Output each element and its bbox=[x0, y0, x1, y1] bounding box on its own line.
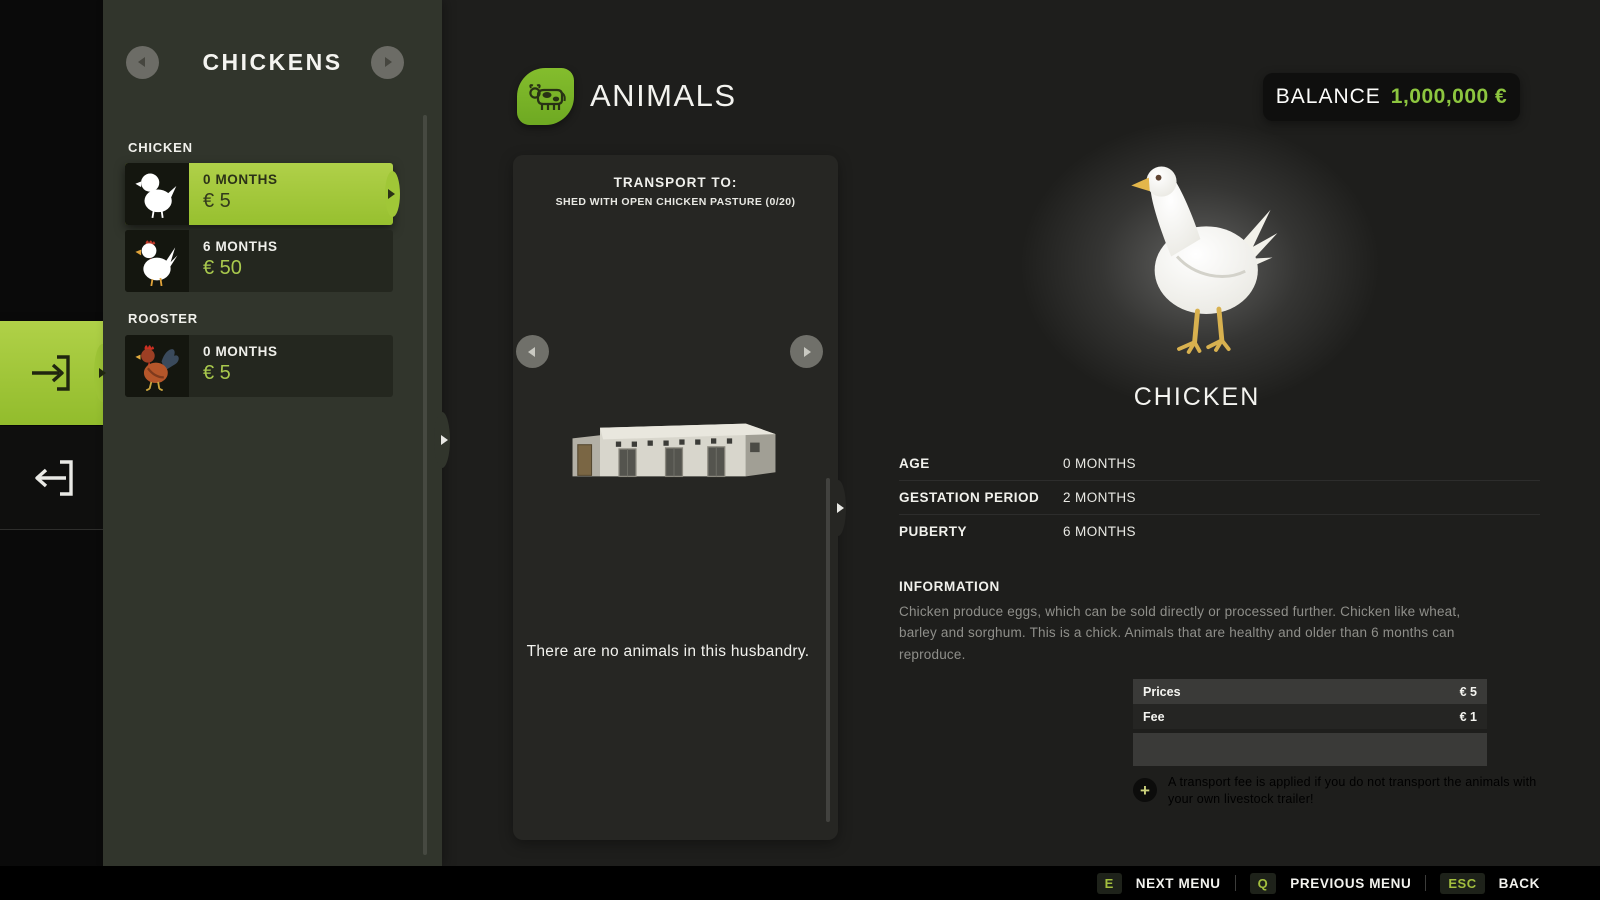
husbandry-scrollbar[interactable] bbox=[826, 478, 830, 822]
plus-icon: + bbox=[1133, 778, 1157, 802]
chicken-preview-image bbox=[1105, 155, 1290, 365]
stat-row-puberty: PUBERTY 6 MONTHS bbox=[899, 515, 1540, 548]
animal-stats-table: AGE 0 MONTHS GESTATION PERIOD 2 MONTHS P… bbox=[899, 447, 1540, 548]
next-category-button[interactable] bbox=[371, 46, 404, 79]
page-title: ANIMALS bbox=[590, 78, 737, 114]
stat-row-age: AGE 0 MONTHS bbox=[899, 447, 1540, 481]
husbandry-expand-notch[interactable] bbox=[830, 480, 846, 536]
rooster-icon bbox=[125, 335, 189, 397]
stat-label: AGE bbox=[899, 456, 1063, 471]
animal-list-item-chicken-0-months[interactable]: 0 MONTHS € 5 bbox=[125, 163, 393, 225]
transport-destination: SHED WITH OPEN CHICKEN PASTURE (0/20) bbox=[513, 196, 838, 208]
cow-icon bbox=[526, 77, 566, 117]
sidebar-tab-sell[interactable] bbox=[0, 426, 103, 529]
animal-list-item-chicken-6-months[interactable]: 6 MONTHS € 50 bbox=[125, 230, 393, 292]
sidebar-divider bbox=[0, 529, 103, 530]
next-menu-label: NEXT MENU bbox=[1136, 876, 1221, 891]
price-value: € 5 bbox=[1460, 685, 1477, 699]
balance-label: BALANCE bbox=[1276, 85, 1381, 109]
hen-icon bbox=[125, 230, 189, 292]
bar-separator bbox=[1235, 875, 1236, 891]
sidebar-tab-buy[interactable] bbox=[0, 321, 103, 425]
list-panel-header: CHICKENS bbox=[103, 40, 442, 84]
arrow-into-bracket-icon bbox=[26, 347, 78, 399]
price-value: € 1 bbox=[1460, 710, 1477, 724]
transport-fee-note: + A transport fee is applied if you do n… bbox=[1133, 774, 1540, 808]
empty-husbandry-message: There are no animals in this husbandry. bbox=[513, 643, 823, 661]
key-q[interactable]: Q bbox=[1250, 873, 1277, 894]
chevron-left-icon bbox=[528, 347, 535, 357]
price-row-prices: Prices € 5 bbox=[1133, 679, 1487, 704]
panel-expand-notch[interactable] bbox=[434, 412, 450, 468]
price-table: Prices € 5 Fee € 1 bbox=[1133, 679, 1487, 766]
chevron-right-icon bbox=[804, 347, 811, 357]
fee-note-text: A transport fee is applied if you do not… bbox=[1168, 774, 1540, 808]
key-esc[interactable]: ESC bbox=[1440, 873, 1484, 894]
category-label-chicken: CHICKEN bbox=[128, 140, 193, 155]
husbandry-panel: TRANSPORT TO: SHED WITH OPEN CHICKEN PAS… bbox=[513, 155, 838, 840]
key-e[interactable]: E bbox=[1097, 873, 1122, 894]
arrow-out-of-bracket-icon bbox=[26, 452, 78, 504]
animal-price: € 50 bbox=[203, 257, 278, 280]
category-label-rooster: ROOSTER bbox=[128, 311, 198, 326]
animal-list-panel: CHICKENS CHICKEN 0 MONTHS € 5 bbox=[103, 0, 442, 866]
bar-separator bbox=[1425, 875, 1426, 891]
expand-arrow-icon bbox=[441, 435, 448, 445]
animals-menu-icon bbox=[517, 68, 574, 125]
chevron-left-icon bbox=[138, 57, 145, 67]
animal-age: 0 MONTHS bbox=[203, 172, 278, 187]
stat-row-gestation: GESTATION PERIOD 2 MONTHS bbox=[899, 481, 1540, 515]
stat-value: 0 MONTHS bbox=[1063, 456, 1136, 471]
prev-category-button[interactable] bbox=[126, 46, 159, 79]
information-heading: INFORMATION bbox=[899, 579, 1000, 594]
balance-display: BALANCE 1,000,000 € bbox=[1263, 73, 1520, 121]
animal-list-item-rooster-0-months[interactable]: 0 MONTHS € 5 bbox=[125, 335, 393, 397]
animal-age: 6 MONTHS bbox=[203, 239, 278, 254]
stat-label: GESTATION PERIOD bbox=[899, 490, 1063, 505]
list-scrollbar[interactable] bbox=[423, 115, 427, 855]
expand-arrow-icon bbox=[837, 503, 844, 513]
selected-item-arrow-icon bbox=[388, 189, 395, 199]
price-label: Prices bbox=[1143, 685, 1181, 699]
price-row-fee: Fee € 1 bbox=[1133, 704, 1487, 729]
information-text: Chicken produce eggs, which can be sold … bbox=[899, 601, 1491, 665]
price-label: Fee bbox=[1143, 710, 1165, 724]
keybind-bar: E NEXT MENU Q PREVIOUS MENU ESC BACK bbox=[0, 866, 1600, 900]
next-husbandry-button[interactable] bbox=[790, 335, 823, 368]
previous-menu-label: PREVIOUS MENU bbox=[1290, 876, 1411, 891]
list-panel-title: CHICKENS bbox=[202, 49, 342, 76]
husbandry-building-image bbox=[568, 413, 780, 492]
animal-price: € 5 bbox=[203, 362, 278, 385]
buy-tab-arrow-icon bbox=[99, 368, 106, 378]
balance-value: 1,000,000 € bbox=[1391, 85, 1507, 109]
back-label: BACK bbox=[1499, 876, 1540, 891]
stat-value: 6 MONTHS bbox=[1063, 524, 1136, 539]
chevron-right-icon bbox=[385, 57, 392, 67]
chick-icon bbox=[125, 163, 189, 225]
stat-value: 2 MONTHS bbox=[1063, 490, 1136, 505]
prev-husbandry-button[interactable] bbox=[516, 335, 549, 368]
animal-age: 0 MONTHS bbox=[203, 344, 278, 359]
transport-to-label: TRANSPORT TO: bbox=[513, 175, 838, 190]
animal-detail-title: CHICKEN bbox=[1047, 383, 1347, 412]
price-total-box bbox=[1133, 733, 1487, 766]
animal-price: € 5 bbox=[203, 190, 278, 213]
stat-label: PUBERTY bbox=[899, 524, 1063, 539]
